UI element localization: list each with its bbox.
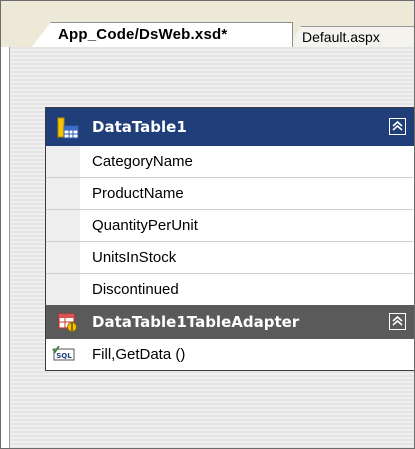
row-gutter (46, 178, 80, 209)
query-row[interactable]: SQL Fill,GetData () (46, 339, 414, 370)
tab-default-aspx[interactable]: Default.aspx (287, 26, 414, 48)
column-name: Discontinued (92, 281, 179, 298)
column-name: QuantityPerUnit (92, 217, 198, 234)
tab-label: Default.aspx (302, 29, 380, 45)
column-row[interactable]: Discontinued (46, 274, 414, 305)
tableadapter-icon (57, 311, 79, 333)
datatable-header[interactable]: DataTable1 (46, 108, 414, 146)
datatable-box[interactable]: DataTable1 CategoryName ProductName Quan… (45, 107, 414, 371)
column-row[interactable]: UnitsInStock (46, 242, 414, 274)
column-name: CategoryName (92, 153, 193, 170)
row-gutter (46, 274, 80, 305)
column-row[interactable]: ProductName (46, 178, 414, 210)
collapse-chevron-up-icon[interactable] (389, 118, 406, 135)
row-gutter (46, 210, 80, 241)
datatable-title: DataTable1 (92, 118, 187, 136)
tab-strip: Default.aspx App_Code/DsWeb.xsd* (1, 1, 414, 48)
column-name: ProductName (92, 185, 184, 202)
tab-label: App_Code/DsWeb.xsd* (58, 26, 228, 43)
column-row[interactable]: CategoryName (46, 146, 414, 178)
column-list: CategoryName ProductName QuantityPerUnit… (46, 146, 414, 305)
dataset-designer-surface[interactable]: DataTable1 CategoryName ProductName Quan… (9, 47, 414, 448)
sql-query-icon: SQL (52, 345, 76, 362)
tableadapter-title: DataTable1TableAdapter (92, 313, 300, 331)
collapse-chevron-up-icon[interactable] (389, 313, 406, 330)
row-gutter (46, 146, 80, 177)
datatable-icon (57, 117, 79, 139)
tableadapter-header[interactable]: DataTable1TableAdapter (46, 305, 414, 339)
column-name: UnitsInStock (92, 249, 177, 266)
designer-window: Default.aspx App_Code/DsWeb.xsd* DataTab… (0, 0, 415, 449)
query-method-label: Fill,GetData () (92, 346, 186, 363)
row-gutter (46, 242, 80, 273)
svg-text:SQL: SQL (56, 352, 72, 360)
tab-dsweb-xsd[interactable]: App_Code/DsWeb.xsd* (31, 22, 293, 48)
column-row[interactable]: QuantityPerUnit (46, 210, 414, 242)
